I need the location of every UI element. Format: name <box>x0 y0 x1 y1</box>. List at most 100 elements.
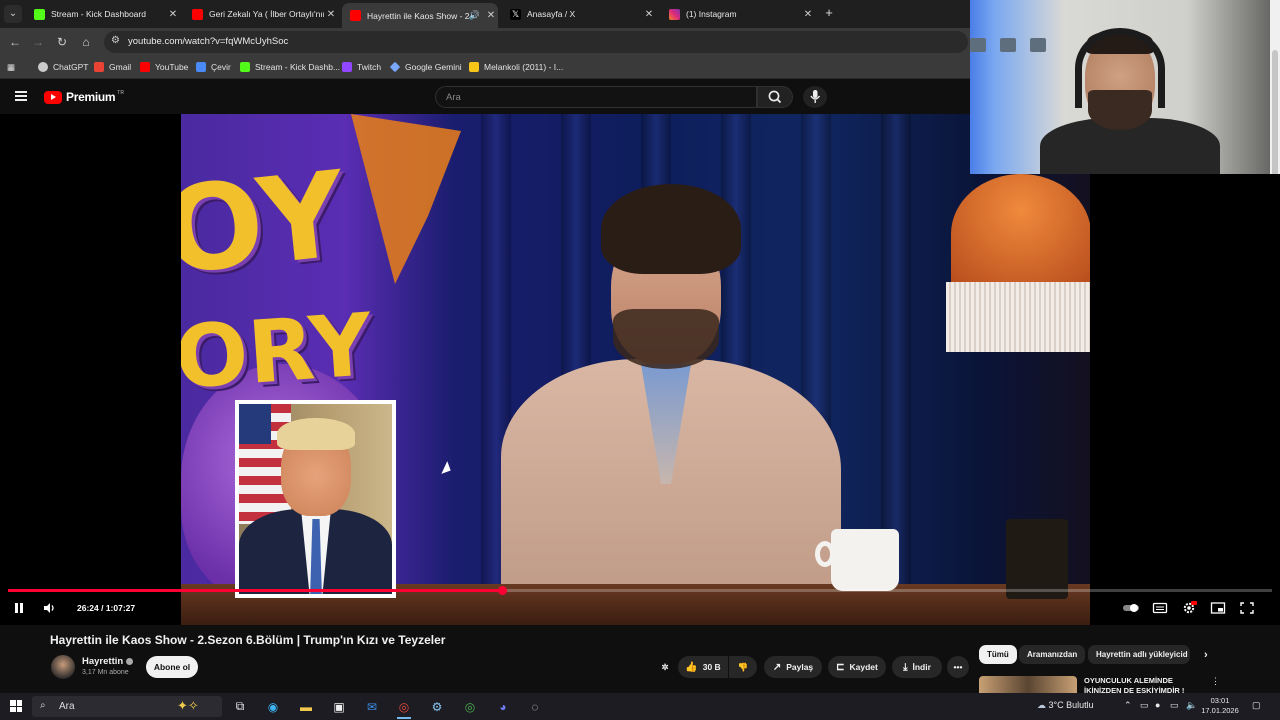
imdb-icon <box>469 62 479 72</box>
subtitles-button[interactable] <box>1151 601 1169 617</box>
video-frame[interactable]: OY ORY <box>181 114 1090 625</box>
system-clock[interactable]: 03:01 17.01.2026 <box>1200 696 1240 716</box>
tab-x-home[interactable]: 𝕏 Anasayfa / X ✕ <box>502 3 656 25</box>
x-icon: 𝕏 <box>510 8 521 20</box>
tab-ilber-ortayli[interactable]: Geri Zekalı Ya ( İlber Ortaylı'nın ✕ <box>184 3 338 25</box>
sparkle-icon: ✦✧ <box>177 698 199 713</box>
download-icon: ⤓ <box>903 661 908 673</box>
bookmark-kick[interactable]: Stream - Kick Dashb... <box>240 60 340 74</box>
weather-widget[interactable]: ☁ 3°C Bulutlu <box>1037 700 1094 711</box>
tab-kick-dashboard[interactable]: Stream - Kick Dashboard ✕ <box>26 3 180 25</box>
chip-all[interactable]: Tümü <box>979 645 1017 664</box>
share-button[interactable]: ↗ Paylaş <box>764 656 822 678</box>
search-icon: ⌕ <box>40 700 46 711</box>
search-icon <box>768 90 782 104</box>
task-view-icon[interactable]: ⧉ <box>230 697 250 716</box>
speaker-tray-icon[interactable]: 🔈 <box>1186 700 1197 711</box>
video-player[interactable]: OY ORY 26:24 / 1:07:27 <box>0 114 1280 625</box>
close-tab-icon[interactable]: ✕ <box>324 9 338 20</box>
tray-chevron-icon[interactable]: ⌃ <box>1124 700 1132 711</box>
fullscreen-button[interactable] <box>1238 601 1256 617</box>
back-arrow-icon[interactable]: ← <box>7 34 23 50</box>
save-button[interactable]: ⊏ Kaydet <box>828 656 886 678</box>
new-tab-button[interactable]: + <box>821 6 837 20</box>
voice-search-button[interactable] <box>803 86 827 108</box>
dragon-wing <box>351 114 461 284</box>
dislike-button[interactable]: 👎 <box>729 656 757 678</box>
like-button[interactable]: 👍 30 B <box>678 656 728 678</box>
tab-kaos-show[interactable]: Hayrettin ile Kaos Show - 2. 🔊 ✕ <box>342 3 498 28</box>
network-icon[interactable]: ▭ <box>1170 700 1179 711</box>
forward-arrow-icon[interactable]: → <box>30 34 46 50</box>
tea-tin <box>1006 519 1068 599</box>
bookmark-twitch[interactable]: Twitch <box>342 60 381 74</box>
chrome-profile-icon[interactable]: ◎ <box>460 697 480 716</box>
close-tab-icon[interactable]: ✕ <box>642 9 656 20</box>
bookmark-youtube[interactable]: YouTube <box>140 60 188 74</box>
mail-icon[interactable]: ✉ <box>362 697 382 716</box>
chatgpt-icon <box>38 62 48 72</box>
close-tab-icon[interactable]: ✕ <box>484 10 498 21</box>
steam-icon[interactable]: ⚙ <box>427 697 447 716</box>
share-icon: ↗ <box>772 661 782 673</box>
youtube-play-icon <box>44 90 62 104</box>
host-figure <box>501 184 841 604</box>
bookmark-melankoli[interactable]: Melankoli (2011) - I... <box>469 60 563 74</box>
pause-button[interactable] <box>11 601 27 617</box>
tab-instagram[interactable]: (1) Instagram ✕ <box>661 3 815 25</box>
more-actions-button[interactable]: ••• <box>947 656 969 678</box>
page-scrollbar[interactable] <box>1270 0 1280 174</box>
kick-icon <box>34 8 45 20</box>
home-icon[interactable]: ⌂ <box>78 34 94 50</box>
progress-bar[interactable] <box>8 586 1272 595</box>
site-info-icon[interactable]: ⚙ <box>111 35 123 49</box>
tab-search-icon[interactable]: ⌄ <box>4 5 22 23</box>
gmail-icon <box>94 62 104 72</box>
speaker-icon[interactable]: 🔊 <box>469 10 480 21</box>
close-tab-icon[interactable]: ✕ <box>166 9 180 20</box>
menu-icon[interactable] <box>15 91 27 101</box>
sign-letters-top: OY <box>181 144 352 302</box>
miniplayer-button[interactable] <box>1209 601 1227 617</box>
autoplay-toggle[interactable] <box>1122 601 1140 617</box>
volume-button[interactable] <box>41 601 57 617</box>
chip-uploader[interactable]: Hayrettin adlı yükleyicid <box>1088 645 1190 664</box>
windows-start-icon[interactable] <box>10 700 22 712</box>
chip-from-search[interactable]: Aramanızdan <box>1019 645 1086 664</box>
notification-icon[interactable]: ▢ <box>1252 700 1261 711</box>
address-bar[interactable]: ⚙ youtube.com/watch?v=fqWMcUyhSoc <box>104 31 968 53</box>
obs-icon[interactable]: ◌ <box>525 697 545 716</box>
microphone-tray-icon[interactable]: ● <box>1155 700 1160 710</box>
subscribe-button[interactable]: Abone ol <box>146 656 198 678</box>
file-explorer-icon[interactable]: ▬ <box>296 697 316 716</box>
apps-grid-icon[interactable]: ▦ <box>7 60 15 74</box>
download-button[interactable]: ⤓ İndir <box>892 656 942 678</box>
tray-apps-icon[interactable]: ▭ <box>1140 700 1149 711</box>
close-tab-icon[interactable]: ✕ <box>801 9 815 20</box>
microsoft-store-icon[interactable]: ▣ <box>329 697 349 716</box>
edge-icon[interactable]: ◉ <box>263 697 283 716</box>
search-button[interactable] <box>757 86 793 108</box>
taskbar-search[interactable]: ⌕ Ara ✦✧ <box>32 696 222 717</box>
bookmark-gmail[interactable]: Gmail <box>94 60 131 74</box>
clip-button[interactable]: ✲ <box>655 656 675 678</box>
youtube-premium-logo[interactable]: Premium TR <box>44 90 124 104</box>
youtube-icon <box>140 62 150 72</box>
video-title: Hayrettin ile Kaos Show - 2.Sezon 6.Bölü… <box>50 633 446 647</box>
twitch-icon <box>342 62 352 72</box>
discord-icon[interactable]: ◕ <box>493 697 513 716</box>
channel-avatar[interactable] <box>51 655 75 679</box>
channel-name[interactable]: Hayrettin <box>82 656 134 667</box>
gemini-icon <box>389 61 401 73</box>
sparkle-icon: ✲ <box>661 661 669 672</box>
search-input[interactable]: Ara <box>435 86 757 108</box>
chrome-icon[interactable]: ◎ <box>394 697 414 719</box>
reload-icon[interactable]: ↻ <box>54 34 70 50</box>
bookmark-cevir[interactable]: Çevir <box>196 60 231 74</box>
more-vertical-icon[interactable]: ⋮ <box>1211 676 1220 687</box>
subtitles-icon <box>1152 602 1168 614</box>
bookmark-chatgpt[interactable]: ChatGPT <box>38 60 88 74</box>
chip-next-icon[interactable]: › <box>1196 645 1216 664</box>
bookmark-gemini[interactable]: Google Gemini <box>389 60 462 74</box>
settings-button[interactable] <box>1180 601 1198 617</box>
